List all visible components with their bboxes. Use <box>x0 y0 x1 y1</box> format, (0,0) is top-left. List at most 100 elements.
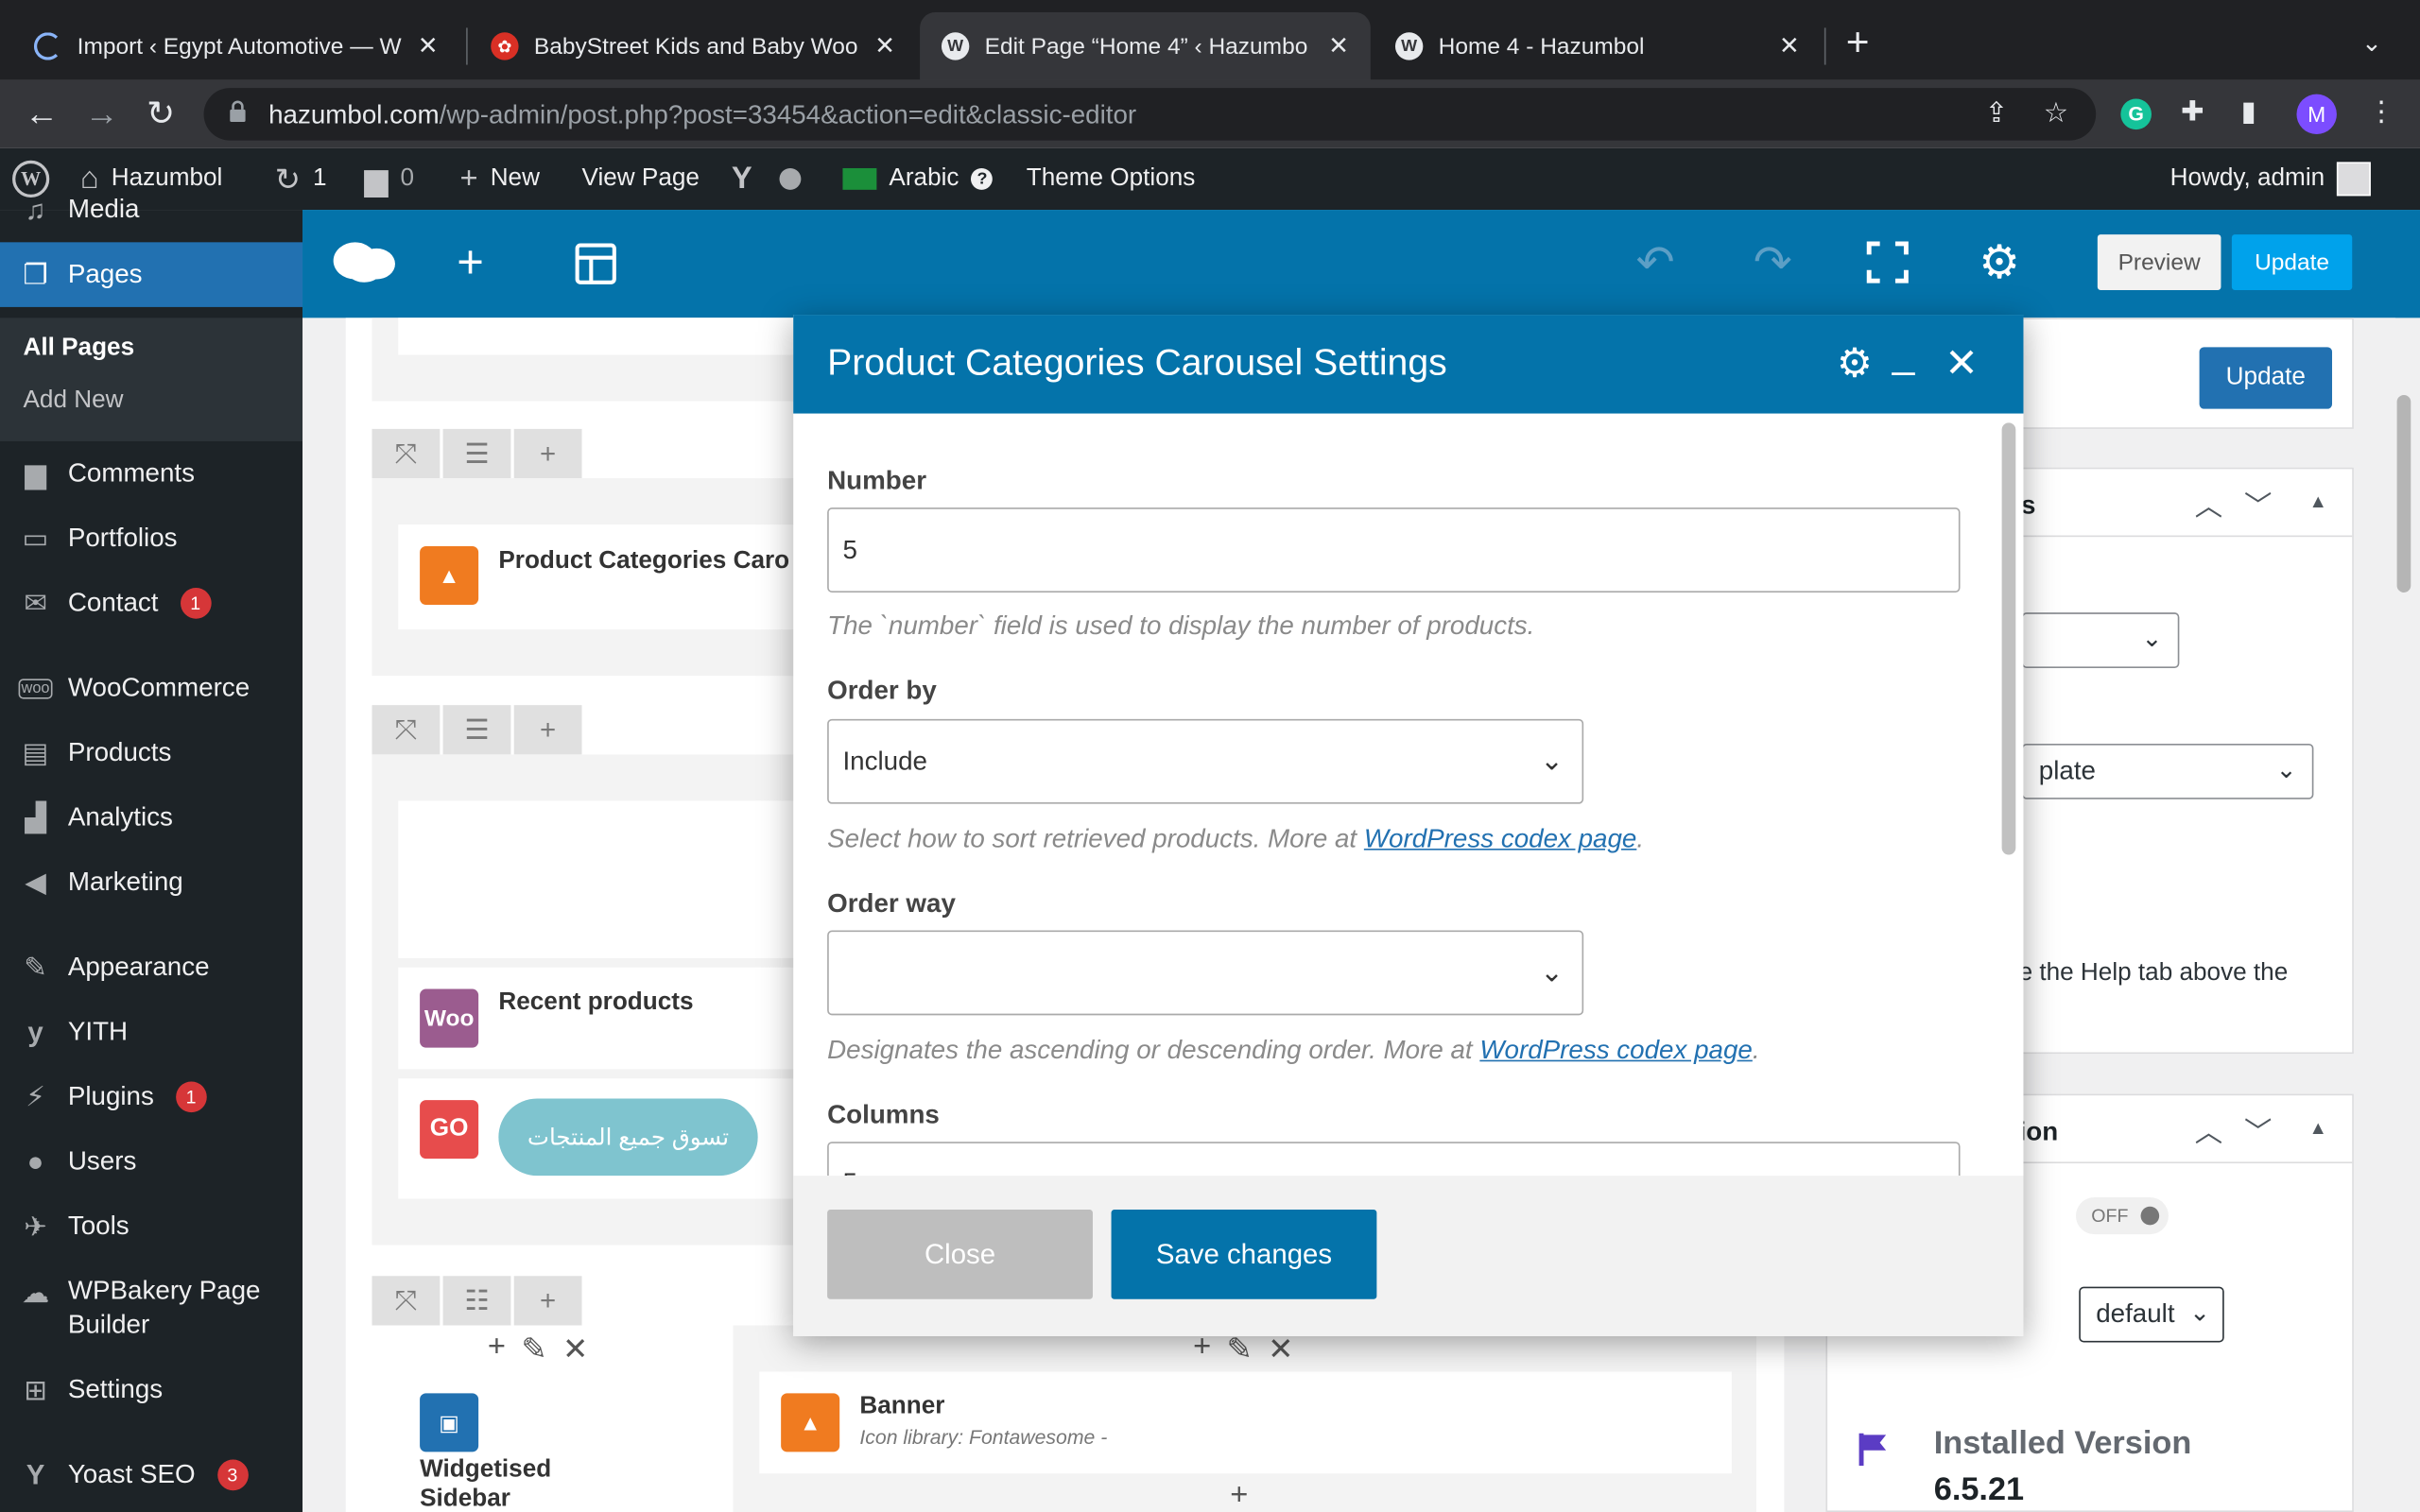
orderway-select[interactable]: ⌄ <box>827 930 1584 1016</box>
parent-select[interactable]: ⌄ <box>2021 612 2180 668</box>
gear-icon[interactable]: ⚙ <box>1837 339 1873 386</box>
preview-button[interactable]: Preview <box>2097 234 2221 290</box>
modal-scrollbar[interactable] <box>2001 422 2016 855</box>
view-page-link[interactable]: View Page <box>582 148 700 210</box>
minimize-icon[interactable]: _ <box>1893 330 1915 376</box>
page-scrollbar[interactable] <box>2396 394 2411 593</box>
add-column-plus-icon[interactable]: + <box>513 1276 582 1326</box>
close-icon[interactable]: ✕ <box>1945 339 1979 386</box>
browser-tab-babystreet[interactable]: ✿ BabyStreet Kids and Baby Woo ✕ <box>469 12 916 80</box>
close-icon[interactable]: ✕ <box>1779 31 1800 62</box>
browser-tab-import[interactable]: Import ‹ Egypt Automotive — W ✕ <box>12 12 459 80</box>
element-banner[interactable]: ▲ Banner <box>759 1371 1732 1474</box>
move-up-chevron-icon[interactable]: ︿ <box>2195 1111 2222 1151</box>
template-select[interactable]: plate ⌄ <box>2021 743 2314 799</box>
theme-options-link[interactable]: Theme Options <box>1027 148 1196 210</box>
element-product-categories-carousel[interactable]: ▲ Product Categories Caro <box>398 524 797 630</box>
comments-menu[interactable]: ▆ 0 <box>364 148 414 210</box>
move-row-icon[interactable]: ⤧ <box>372 705 441 755</box>
collapse-triangle-icon[interactable]: ▲ <box>2309 1117 2327 1139</box>
yoast-menu[interactable]: Y <box>732 148 802 210</box>
move-up-chevron-icon[interactable]: ︿ <box>2195 485 2222 524</box>
reload-icon[interactable]: ↻ <box>147 93 175 136</box>
fullscreen-icon[interactable] <box>1866 241 1910 284</box>
edit-pencil-icon[interactable]: ✎ <box>521 1330 546 1368</box>
add-column-plus-icon[interactable]: + <box>513 428 582 479</box>
sidebar-item-portfolios[interactable]: ▭ Portfolios <box>0 522 302 556</box>
gear-icon[interactable]: ⚙ <box>1979 237 2020 290</box>
sidebar-item-wpbakery[interactable]: ☁ WPBakery Page Builder <box>0 1275 302 1346</box>
address-bar[interactable]: hazumbol.com/wp-admin/post.php?post=3345… <box>203 88 2097 141</box>
my-account-menu[interactable]: Howdy, admin <box>2170 148 2372 210</box>
sidebar-item-appearance[interactable]: ✎ Appearance <box>0 951 302 985</box>
share-icon[interactable]: ⇪ <box>1985 97 2009 129</box>
sidebar-item-users[interactable]: ● Users <box>0 1144 302 1178</box>
sidebar-item-plugins[interactable]: ⚡ Plugins 1 <box>0 1080 302 1114</box>
sidebar-item-comments[interactable]: ▆ Comments <box>0 456 302 490</box>
extensions-puzzle-icon[interactable]: ✚ <box>2181 95 2204 128</box>
row-layout-icon[interactable]: ☰ <box>442 428 511 479</box>
update-button[interactable]: Update <box>2231 234 2353 290</box>
sidebar-item-products[interactable]: ▤ Products <box>0 736 302 770</box>
number-input[interactable]: 5 <box>827 507 1961 593</box>
row-layout-icon[interactable]: ☷ <box>442 1276 511 1326</box>
sidebar-item-media[interactable]: ♫ Media <box>0 195 302 226</box>
wordpress-codex-link[interactable]: WordPress codex page <box>1479 1036 1753 1065</box>
publish-update-button[interactable]: Update <box>2199 347 2333 409</box>
new-content-menu[interactable]: + New <box>460 148 540 210</box>
move-down-chevron-icon[interactable]: ﹀ <box>2244 485 2272 524</box>
sidebar-item-yoast[interactable]: Y Yoast SEO 3 <box>0 1458 302 1492</box>
submenu-add-new[interactable]: Add New <box>23 387 123 415</box>
move-down-chevron-icon[interactable]: ﹀ <box>2244 1111 2272 1151</box>
close-icon[interactable]: ✕ <box>1328 31 1349 62</box>
browser-menu-icon[interactable]: ⋮ <box>2368 95 2395 128</box>
sidebar-item-settings[interactable]: ⊞ Settings <box>0 1373 302 1407</box>
bookmark-star-icon[interactable]: ☆ <box>2044 97 2068 129</box>
sidebar-item-yith[interactable]: y YITH <box>0 1015 302 1049</box>
save-changes-button[interactable]: Save changes <box>1111 1210 1377 1299</box>
installed-version-label: Installed Version <box>1933 1425 2192 1462</box>
move-row-icon[interactable]: ⤧ <box>372 428 441 479</box>
side-panel-icon[interactable]: ▮ <box>2241 95 2256 128</box>
browser-tab-home4[interactable]: W Home 4 - Hazumbol ✕ <box>1374 12 1821 80</box>
wordpress-codex-link[interactable]: WordPress codex page <box>1364 824 1637 853</box>
submenu-all-pages[interactable]: All Pages <box>23 335 134 362</box>
shop-all-products-button[interactable]: تسوق جميع المنتجات <box>498 1098 758 1177</box>
templates-layout-icon[interactable] <box>574 242 617 285</box>
sidebar-item-contact[interactable]: ✉ Contact 1 <box>0 586 302 620</box>
columns-input[interactable]: 5 <box>827 1142 1961 1177</box>
default-select[interactable]: default ⌄ <box>2079 1286 2224 1343</box>
add-column-plus-icon[interactable]: + <box>513 705 582 755</box>
grammarly-extension-icon[interactable]: G <box>2120 98 2152 130</box>
wpbakery-logo-cloud-icon[interactable] <box>330 236 398 285</box>
view-page-label: View Page <box>581 164 700 192</box>
move-row-icon[interactable]: ⤧ <box>372 1276 441 1326</box>
sidebar-item-tools[interactable]: ✈ Tools <box>0 1210 302 1244</box>
browser-tab-edit-page[interactable]: W Edit Page “Home 4” ‹ Hazumbo ✕ <box>920 12 1371 80</box>
new-tab-plus-icon[interactable]: + <box>1846 22 1870 61</box>
close-button[interactable]: Close <box>827 1210 1093 1299</box>
sidebar-item-pages[interactable]: ❐ Pages <box>0 242 303 307</box>
undo-icon[interactable]: ↶ <box>1636 237 1675 290</box>
delete-x-icon[interactable]: ✕ <box>562 1330 588 1368</box>
forward-arrow-icon[interactable]: → <box>85 93 119 136</box>
add-element-plus-icon[interactable]: + <box>488 1330 506 1368</box>
profile-avatar[interactable]: M <box>2296 94 2337 135</box>
sidebar-item-analytics[interactable]: ▟ Analytics <box>0 800 302 834</box>
element-recent-products[interactable]: Woo Recent products <box>398 967 797 1070</box>
redo-icon[interactable]: ↷ <box>1754 237 1792 290</box>
orderby-select[interactable]: Include ⌄ <box>827 718 1584 804</box>
language-switcher[interactable]: Arabic ? <box>842 148 994 210</box>
row-layout-icon[interactable]: ☰ <box>442 705 511 755</box>
close-icon[interactable]: ✕ <box>418 31 439 62</box>
sidebar-item-woocommerce[interactable]: woo WooCommerce <box>0 671 302 705</box>
add-element-plus-icon[interactable]: + <box>457 237 484 290</box>
back-arrow-icon[interactable]: ← <box>25 93 59 136</box>
off-toggle-switch[interactable]: OFF <box>2075 1196 2169 1235</box>
add-element-plus-icon[interactable]: + <box>1230 1478 1248 1512</box>
close-icon[interactable]: ✕ <box>874 31 895 62</box>
collapse-triangle-icon[interactable]: ▲ <box>2309 490 2327 512</box>
sidebar-item-marketing[interactable]: ◀ Marketing <box>0 866 302 900</box>
element-widgetised-sidebar[interactable]: ▣ Widgetised Sidebar <box>398 1371 651 1512</box>
tab-search-chevron-icon[interactable]: ⌄ <box>2361 27 2382 59</box>
